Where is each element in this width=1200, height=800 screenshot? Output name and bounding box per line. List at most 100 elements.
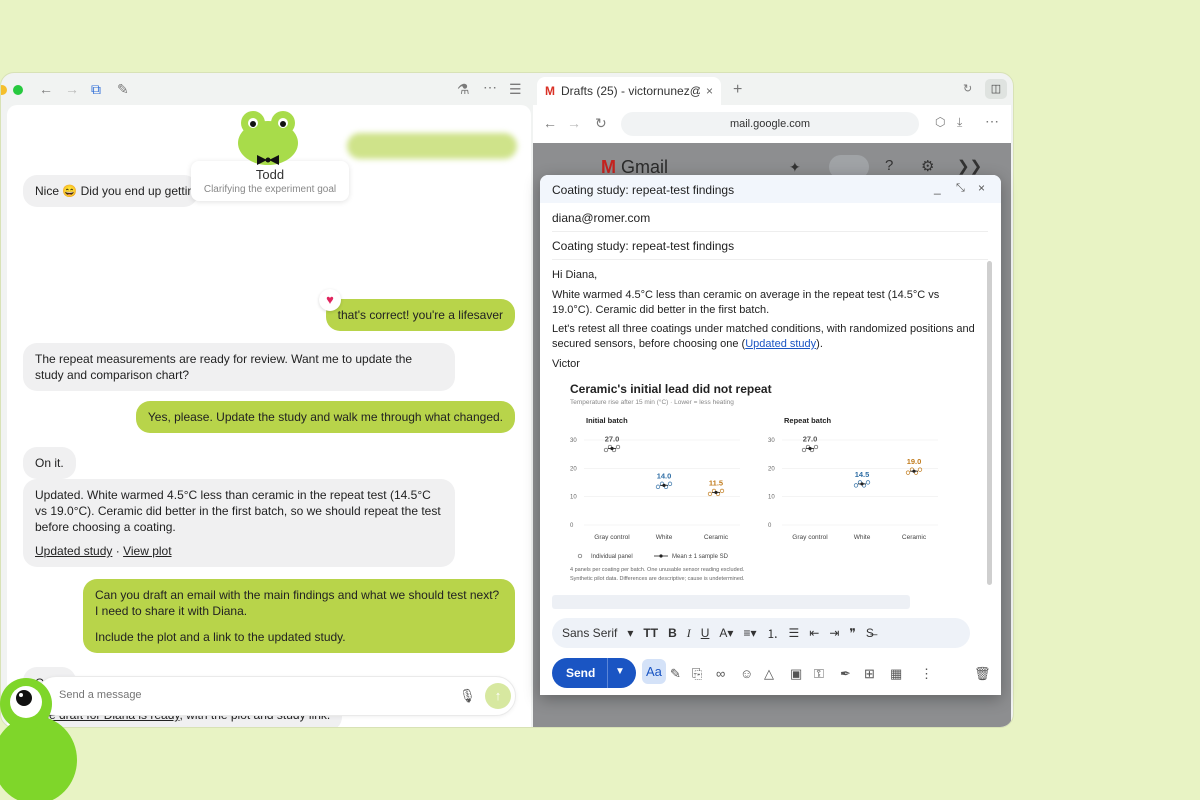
minimize-dot[interactable] (1, 85, 7, 95)
address-bar[interactable]: mail.google.com (621, 112, 919, 136)
browser-forward-icon[interactable]: → (567, 115, 581, 131)
browser-back-icon[interactable]: ← (543, 115, 557, 131)
help-icon[interactable]: ? (885, 157, 893, 174)
fullscreen-compose-icon[interactable]: ⤡ (956, 182, 965, 195)
quote-icon[interactable]: ❞ (849, 626, 855, 640)
new-tab-button[interactable]: + (733, 81, 742, 99)
frog-mascot-icon (0, 678, 77, 800)
x-tick-label: White (854, 534, 871, 541)
apps-icon[interactable]: ❯❯ (957, 157, 982, 175)
bulleted-list-icon[interactable]: ☰ (788, 626, 799, 640)
download-icon[interactable]: ⤓ (957, 115, 962, 130)
panel-point (603, 447, 609, 453)
frog-avatar-icon (238, 111, 298, 165)
maximize-dot[interactable] (13, 85, 23, 95)
extensions-icon[interactable]: ⬡ (935, 115, 945, 129)
compose-header: Coating study: repeat-test findings _ ⤡ … (540, 175, 1001, 203)
font-selector[interactable]: Sans Serif (562, 626, 617, 640)
text-size-icon[interactable]: TT (643, 626, 658, 640)
drive-icon[interactable]: △ (764, 666, 774, 682)
extension-icon[interactable]: ⚗ (457, 81, 470, 98)
indent-more-icon[interactable]: ⇥ (829, 626, 839, 640)
split-view-icon[interactable]: ◫ (985, 79, 1007, 99)
panel-point (905, 470, 911, 475)
align-icon[interactable]: ≡▾ (743, 626, 756, 640)
bold-icon[interactable]: B (668, 626, 677, 640)
edit-icon[interactable]: ✎ (117, 81, 129, 98)
send-options-icon[interactable]: ▼ (615, 666, 625, 677)
updated-study-link[interactable]: Updated study (35, 544, 112, 558)
mean-marker (610, 446, 614, 451)
mean-marker (860, 482, 864, 486)
send-message-icon[interactable]: ↑ (485, 683, 511, 709)
forward-icon[interactable]: → (65, 81, 79, 97)
chat-message-3: The repeat measurements are ready for re… (23, 343, 455, 391)
underline-icon[interactable]: U (701, 626, 710, 640)
font-dropdown-icon[interactable]: ▾ (627, 626, 633, 640)
mean-marker (808, 446, 812, 451)
chat-message-6-text: Updated. White warmed 4.5°C less than ce… (35, 488, 441, 534)
attachment-chip[interactable] (552, 595, 910, 609)
mean-label: 27.0 (605, 435, 620, 444)
microphone-icon[interactable]: 🎙 (459, 688, 476, 704)
panel-point (615, 444, 621, 450)
mean-marker (714, 490, 718, 495)
message-input[interactable] (59, 689, 419, 701)
subject-field[interactable]: Coating study: repeat-test findings (552, 239, 988, 260)
insert-link-icon[interactable]: ∞ (716, 666, 725, 681)
settings-icon[interactable]: ⚙ (921, 157, 934, 175)
more-icon[interactable]: ⋯ (483, 79, 497, 96)
signature-icon[interactable]: ✒ (840, 666, 851, 682)
minimize-compose-icon[interactable]: _ (934, 181, 941, 195)
chat-message-4: Yes, please. Update the study and walk m… (135, 401, 515, 433)
discard-icon[interactable]: 🗑 (974, 666, 991, 682)
x-tick-label: White (656, 534, 673, 541)
heart-reaction-icon[interactable]: ♥ (319, 289, 341, 311)
y-tick-label: 10 (570, 495, 577, 501)
attach-file-icon[interactable]: ⎘ (692, 666, 702, 682)
y-tick-label: 20 (570, 466, 577, 472)
reload-icon[interactable]: ↻ (595, 115, 607, 132)
refresh-small-icon[interactable]: ↻ (963, 82, 972, 95)
confidential-icon[interactable]: ⚿ (814, 666, 824, 682)
more-options-icon[interactable]: ⋮ (920, 666, 933, 682)
strikethrough-icon[interactable]: S̶ (866, 626, 874, 640)
panel-point (719, 488, 725, 494)
email-para-1: White warmed 4.5°C less than ceramic on … (552, 289, 940, 316)
insert-photo-icon[interactable]: ▣ (790, 666, 802, 682)
panel-point (707, 491, 713, 497)
layouts-icon[interactable]: ⊞ (864, 666, 875, 682)
send-button[interactable]: Send ▼ (552, 658, 636, 688)
back-icon[interactable]: ← (39, 81, 53, 97)
blurred-message (347, 133, 517, 159)
view-plot-link[interactable]: View plot (123, 544, 171, 558)
browser-tab[interactable]: M Drafts (25) - victornunez@op × (537, 77, 721, 105)
chat-message-7: Can you draft an email with the main fin… (83, 579, 515, 653)
formatting-toggle-icon[interactable]: Aa (642, 659, 666, 684)
gmail-sparkle-icon[interactable]: ✦ (789, 159, 801, 176)
panel-point (667, 481, 673, 486)
email-para-2b: ). (816, 338, 823, 350)
message-composer[interactable]: 🎙 ↑ (36, 676, 516, 716)
schedule-icon[interactable]: ▦ (890, 666, 902, 682)
close-compose-icon[interactable]: × (978, 181, 985, 195)
text-color-icon[interactable]: A▾ (719, 626, 733, 640)
pen-icon[interactable]: ✎ (670, 666, 681, 682)
new-window-icon[interactable]: ⧉ (91, 81, 101, 98)
chat-message-7a: Can you draft an email with the main fin… (95, 588, 500, 618)
compose-scrollbar[interactable] (987, 261, 992, 585)
browser-menu-icon[interactable]: ⋯ (985, 113, 999, 130)
y-tick-label: 30 (768, 438, 775, 444)
list-icon[interactable]: ☰ (509, 81, 522, 98)
numbered-list-icon[interactable]: ⒈ (766, 625, 778, 642)
emoji-icon[interactable]: ☺ (740, 666, 753, 681)
email-study-link[interactable]: Updated study (745, 338, 816, 350)
tab-close-icon[interactable]: × (706, 84, 713, 98)
indent-less-icon[interactable]: ⇤ (809, 626, 819, 640)
compose-title: Coating study: repeat-test findings (552, 183, 735, 197)
mean-marker (662, 483, 666, 487)
to-field[interactable]: diana@romer.com (552, 211, 988, 232)
y-tick-label: 10 (768, 495, 775, 501)
italic-icon[interactable]: I (687, 626, 691, 641)
y-tick-label: 30 (570, 438, 577, 444)
